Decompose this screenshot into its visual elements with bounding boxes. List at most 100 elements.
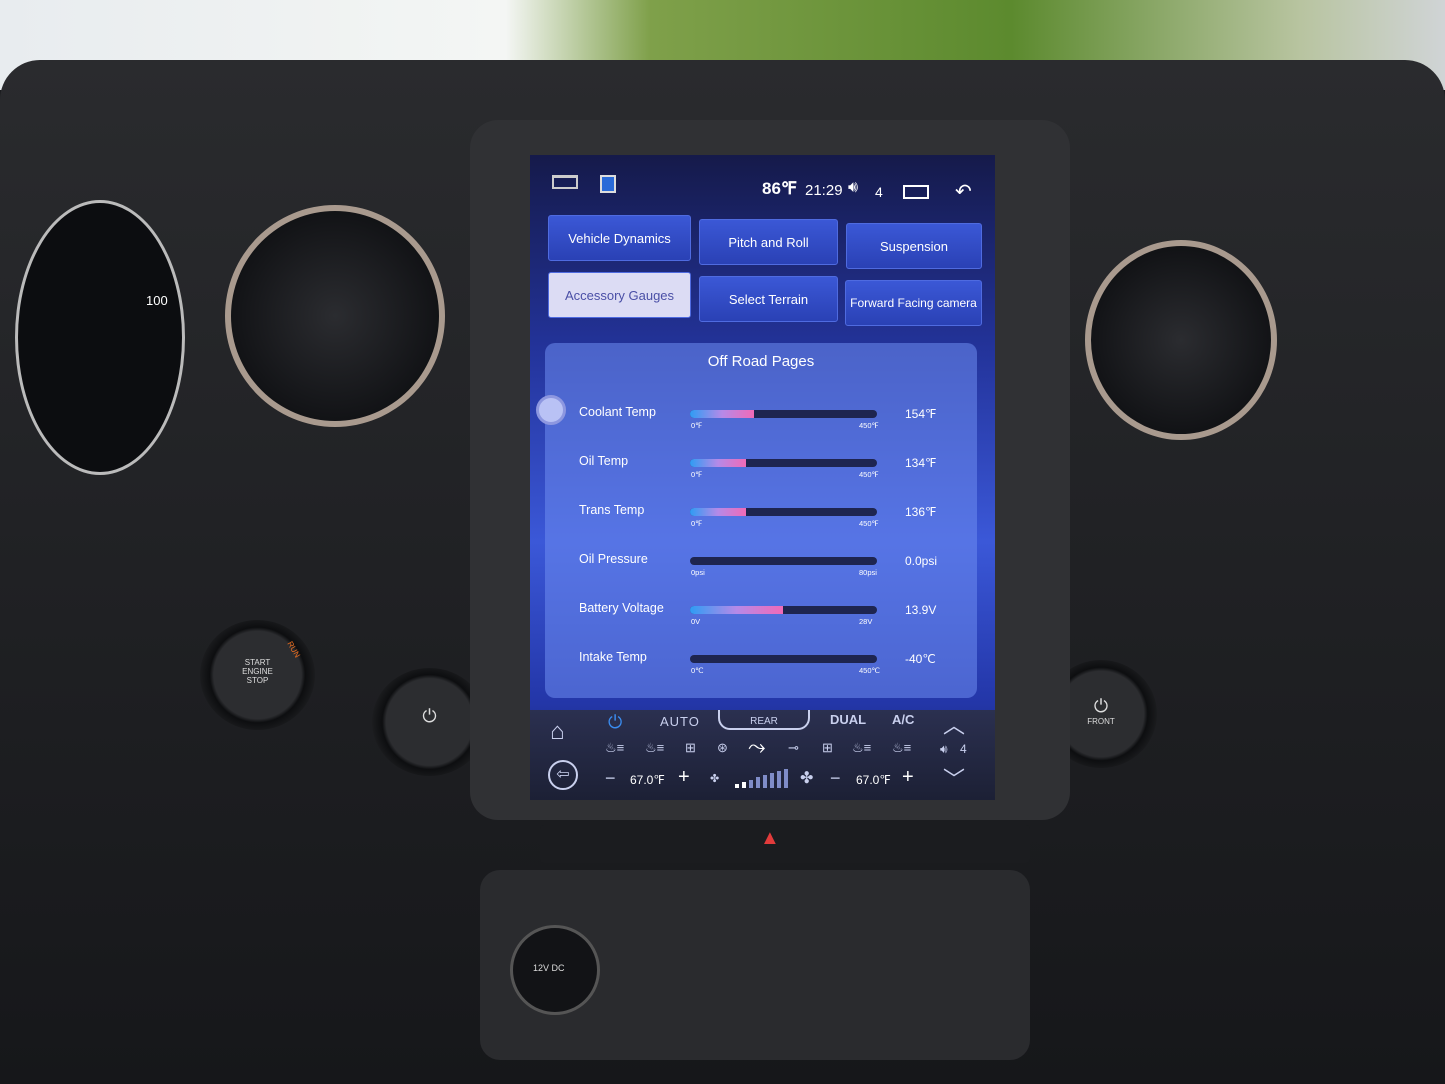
fan-level-bar [756,777,760,788]
fan-level-bar [784,768,788,788]
power-outlet: 12V DC [510,925,600,1015]
ac-button[interactable]: A/C [892,712,914,727]
stop-label: STOP [246,676,269,685]
gauge-label: Coolant Temp [579,405,656,419]
gauge-value: 134℉ [905,456,937,470]
gauge-bar-fill [690,508,747,516]
right-temperature: 67.0℉ [856,773,891,787]
chevron-down-icon[interactable]: ﹀ [943,762,965,794]
gauge-max: 28V [859,617,873,626]
right-temp-down-button[interactable]: − [830,768,841,789]
volume-icon[interactable]: 🔊︎ [848,179,858,197]
nav-button-select-terrain[interactable]: Select Terrain [699,276,838,322]
gauge-max: 450℉ [859,421,879,430]
cooled-seat-left-icon[interactable]: ♨≡ [645,740,664,756]
heated-wheel-icon[interactable]: ⊛ [717,740,728,756]
gauge-min: 0psi [691,568,705,577]
status-bar: 86℉ 21:29 🔊︎ 4 ↶ [530,175,995,205]
fan-speed-slider[interactable] [735,768,795,788]
fan-low-icon: ✤ [710,773,720,785]
gauge-label: Oil Pressure [579,552,648,566]
gauge-value: -40℃ [905,652,936,666]
heated-seat-right-icon[interactable]: ♨≡ [852,740,871,756]
outside-temperature: 86℉ [762,179,798,198]
floating-assistive-button[interactable] [536,395,566,425]
gauge-value: 154℉ [905,407,937,421]
gauge-row: Intake Temp 0℃ 450℃ -40℃ [545,650,977,695]
auto-button[interactable]: AUTO [660,714,700,729]
climate-volume-level: 4 [960,742,967,756]
cluster-text: 100 [146,293,168,308]
fan-high-icon: ✤ [800,770,814,787]
engine-start-button[interactable]: START ENGINE STOP RUN [200,620,315,730]
fan-level-bar [770,773,774,788]
gauge-value: 0.0psi [905,554,938,568]
hazard-button[interactable]: ▲ [760,827,780,850]
chevron-up-icon[interactable]: ︿ [943,708,965,740]
instrument-cluster: 100 [15,200,185,475]
climate-volume-icon[interactable]: 🔊︎ [940,742,948,757]
gauge-bar-fill [690,410,754,418]
nav-button-vehicle-dynamics[interactable]: Vehicle Dynamics [548,215,691,261]
left-temp-down-button[interactable]: − [605,768,616,789]
left-temp-up-button[interactable]: + [678,766,690,789]
fan-level-bar [763,775,767,788]
gauge-row: Battery Voltage 0V 28V 13.9V [545,601,977,646]
nav-button-suspension[interactable]: Suspension [846,223,982,269]
back-circle-icon[interactable]: ⇦ [548,760,578,790]
switch-bank: ▲ [540,825,1030,863]
gauge-max: 450℉ [859,470,879,479]
nav-button-accessory-gauges[interactable]: Accessory Gauges [548,272,691,318]
gauge-label: Oil Temp [579,454,629,468]
home-icon[interactable]: ⌂ [550,718,565,746]
gauge-bar-fill [690,606,783,614]
gauge-max: 80psi [859,568,877,577]
right-temp-up-button[interactable]: + [902,766,914,789]
nav-button-forward-facing-camera[interactable]: Forward Facing camera [845,280,982,326]
recent-apps-icon[interactable] [903,185,929,199]
fan-level-bar [735,784,739,788]
gauge-row: Trans Temp 0℉ 450℉ 136℉ [545,503,977,548]
climate-bar: ⌂ ⇦ ⏻ AUTO REAR DUAL A/C ︿ ♨≡ ♨≡ ⊞ ⊛ ⤳ ⊸… [530,710,995,800]
recirculation-icon[interactable]: ⊸ [788,740,799,756]
gauge-bar-fill [690,459,746,467]
clock: 21:29 [805,182,843,199]
gauge-max: 450℉ [859,519,879,528]
engine-label: ENGINE [242,667,273,676]
fan-level-bar [777,770,781,788]
dual-button[interactable]: DUAL [830,712,866,727]
airflow-mode-icon[interactable]: ⤳ [748,734,766,760]
gauge-bar [690,508,877,516]
gauge-label: Trans Temp [579,503,645,517]
off-road-panel: Off Road Pages Coolant Temp 0℉ 450℉ 154℉… [545,343,977,698]
gauge-row: Coolant Temp 0℉ 450℉ 154℉ [545,405,977,450]
back-icon[interactable]: ↶ [955,179,972,204]
heated-seat-left-icon[interactable]: ♨≡ [605,740,624,756]
right-air-vent [1085,240,1277,440]
rear-button[interactable]: REAR [718,710,810,730]
start-label: START [244,658,271,667]
panel-title: Off Road Pages [707,353,815,370]
gauge-label: Intake Temp [579,650,647,664]
front-defrost-icon[interactable]: ⊞ [822,740,833,756]
gauge-min: 0℉ [691,421,703,430]
gauge-bar [690,655,877,663]
home-outline-icon[interactable] [552,175,578,189]
cooled-seat-right-icon[interactable]: ♨≡ [892,740,911,756]
gauge-value: 13.9V [905,603,937,617]
nav-button-pitch-and-roll[interactable]: Pitch and Roll [699,219,838,265]
gauge-bar [690,606,877,614]
run-indicator: RUN [285,639,302,660]
center-console: 12V DC [480,870,1030,1060]
gauge-row: Oil Pressure 0psi 80psi 0.0psi [545,552,977,597]
gauge-value: 136℉ [905,505,937,519]
power-outlet-label: 12V DC [533,963,565,973]
gauge-min: 0℃ [691,666,704,675]
gauge-min: 0℉ [691,470,703,479]
climate-power-icon[interactable]: ⏻ [608,712,622,733]
gauge-row: Oil Temp 0℉ 450℉ 134℉ [545,454,977,499]
left-temperature: 67.0℉ [630,773,665,787]
fan-level-bar [749,779,753,788]
rear-defrost-icon[interactable]: ⊞ [685,740,696,756]
app-badge-icon[interactable] [600,175,616,193]
